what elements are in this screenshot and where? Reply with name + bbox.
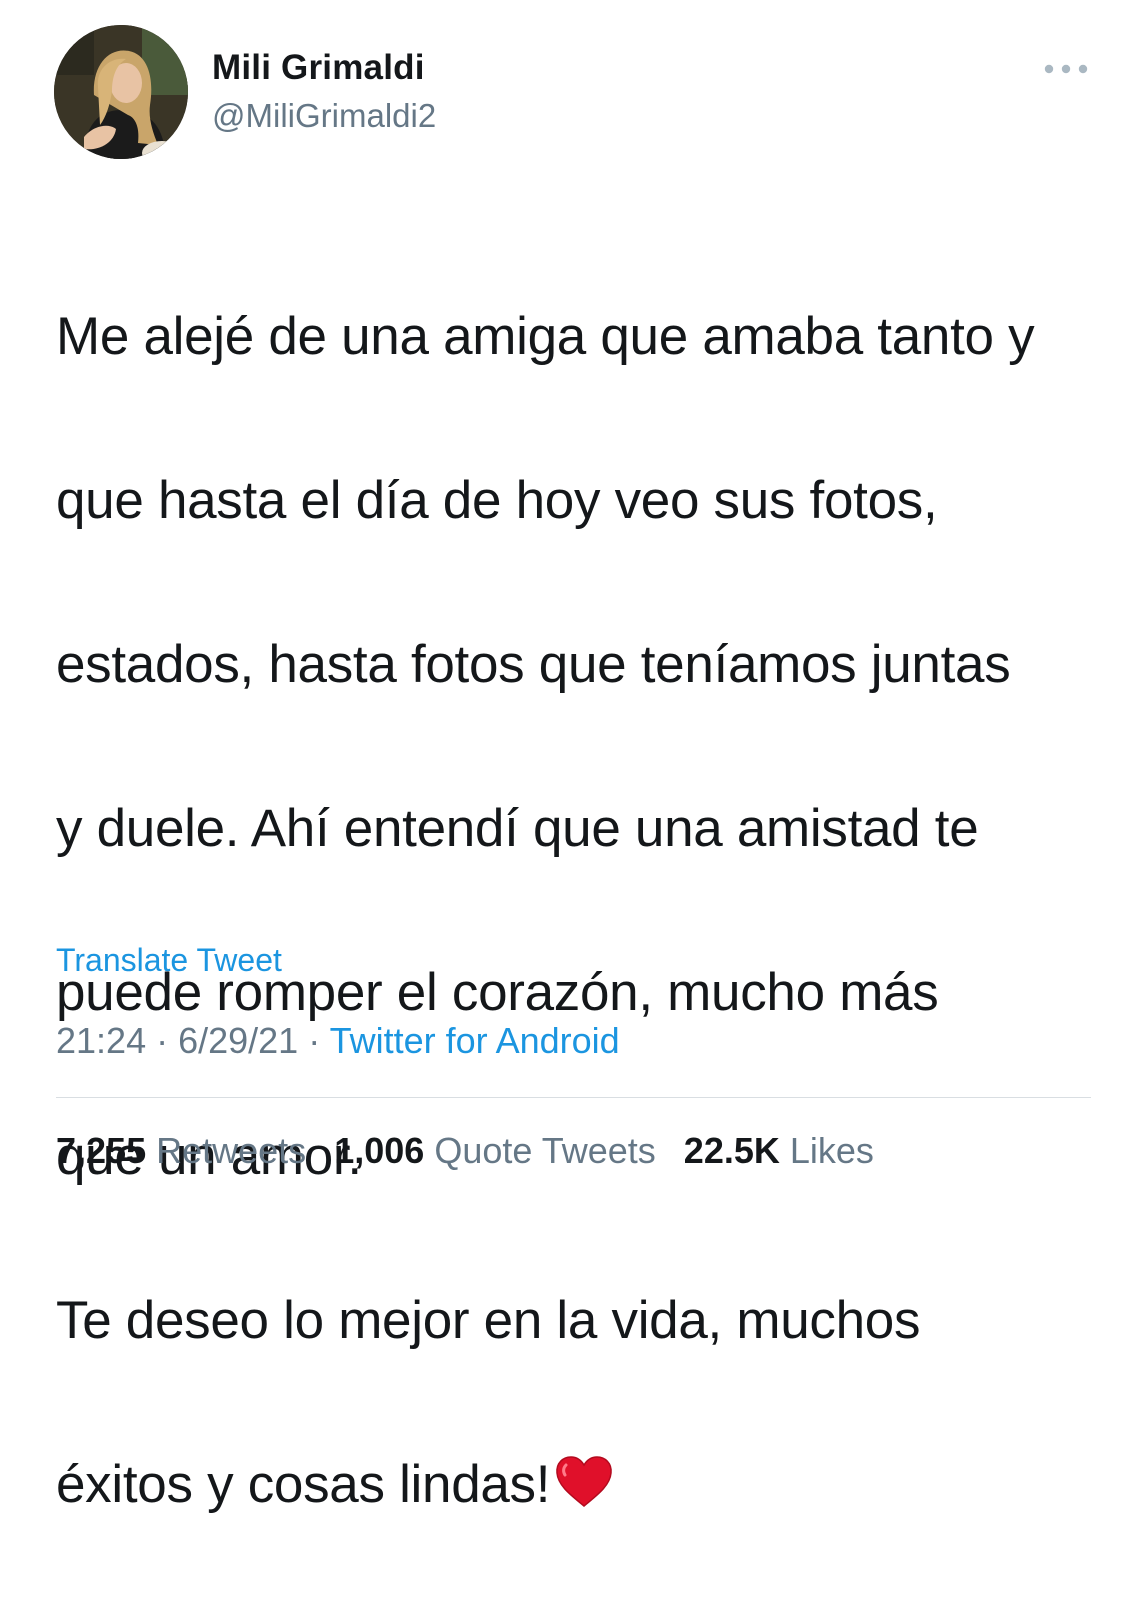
- more-horizontal-icon: [1044, 64, 1088, 74]
- retweets-label: Retweets: [156, 1130, 307, 1171]
- avatar[interactable]: [54, 25, 188, 159]
- tweet-date[interactable]: 6/29/21: [178, 1020, 298, 1061]
- translate-tweet-link[interactable]: Translate Tweet: [56, 942, 282, 979]
- likes-label: Likes: [789, 1130, 874, 1171]
- tweet-card: Mili Grimaldi @MiliGrimaldi2 Me alejé de…: [0, 0, 1146, 1514]
- quote-tweets-count: 1,006: [334, 1130, 425, 1171]
- likes-stat[interactable]: 22.5K Likes: [684, 1130, 874, 1172]
- tweet-line: que hasta el día de hoy veo sus fotos,: [56, 471, 938, 530]
- display-name[interactable]: Mili Grimaldi: [212, 48, 425, 88]
- meta-separator: ·: [298, 1020, 330, 1061]
- tweet-source-link[interactable]: Twitter for Android: [330, 1020, 620, 1061]
- meta-separator: ·: [146, 1020, 179, 1061]
- quote-tweets-stat[interactable]: 1,006 Quote Tweets: [334, 1130, 656, 1172]
- more-options-button[interactable]: [1038, 52, 1094, 86]
- divider: [56, 1097, 1091, 1098]
- engagement-stats: 7,255 Retweets 1,006 Quote Tweets 22.5K …: [56, 1130, 892, 1172]
- tweet-text: Me alejé de una amiga que amaba tanto y …: [56, 214, 1116, 1608]
- tweet-meta: 21:24 · 6/29/21 · Twitter for Android: [56, 1020, 620, 1062]
- user-handle[interactable]: @MiliGrimaldi2: [212, 97, 436, 135]
- tweet-line-last: éxitos y cosas lindas!: [56, 1444, 1116, 1526]
- retweets-count: 7,255: [56, 1130, 147, 1171]
- tweet-time[interactable]: 21:24: [56, 1020, 146, 1061]
- tweet-line: Te deseo lo mejor en la vida, muchos: [56, 1291, 921, 1350]
- red-heart-icon: [556, 1456, 612, 1507]
- tweet-line: Me alejé de una amiga que amaba tanto y: [56, 307, 1035, 366]
- profile-photo-icon: [54, 25, 188, 159]
- tweet-line: estados, hasta fotos que teníamos juntas: [56, 635, 1011, 694]
- retweets-stat[interactable]: 7,255 Retweets: [56, 1130, 306, 1172]
- quote-tweets-label: Quote Tweets: [434, 1130, 656, 1171]
- tweet-line: éxitos y cosas lindas!: [56, 1455, 551, 1514]
- likes-count: 22.5K: [683, 1130, 780, 1171]
- tweet-line: y duele. Ahí entendí que una amistad te: [56, 799, 979, 858]
